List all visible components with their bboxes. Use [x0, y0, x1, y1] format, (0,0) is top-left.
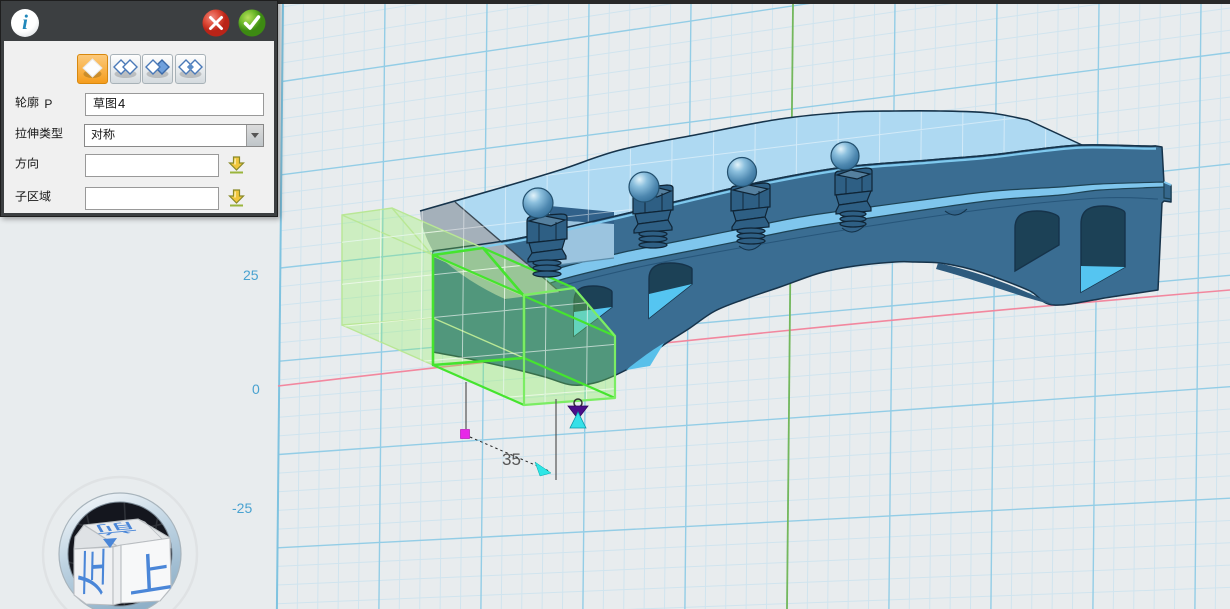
svg-text:35: 35	[502, 450, 521, 469]
svg-text:0: 0	[252, 381, 260, 397]
svg-text:-25: -25	[232, 500, 252, 516]
svg-text:25: 25	[243, 267, 259, 283]
